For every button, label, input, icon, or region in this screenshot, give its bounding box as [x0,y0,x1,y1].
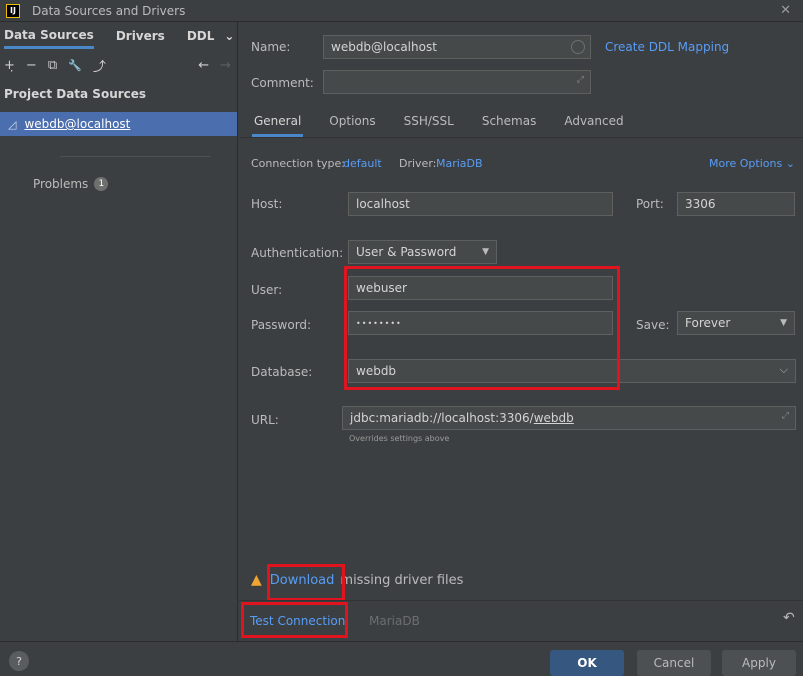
forward-arrow-icon: → [220,57,231,73]
problems-count-badge: 1 [94,177,109,191]
apply-button[interactable]: Apply [722,650,796,676]
title-bar: IJ Data Sources and Drivers ✕ [0,0,803,22]
duplicate-icon[interactable]: ⧉ [48,58,57,73]
comment-label: Comment: [251,76,314,90]
save-label: Save: [636,318,670,332]
remove-icon[interactable]: − [26,58,37,73]
warning-text: missing driver files [340,572,464,588]
name-field[interactable]: webdb@localhost [323,35,591,59]
dialog-footer: ? OK Cancel Apply [0,641,803,676]
url-label: URL: [251,413,279,427]
connection-type-value[interactable]: default [343,157,382,170]
database-label: Database: [251,365,313,379]
highlight-test-connection-box [241,602,348,638]
host-label: Host: [251,197,283,211]
password-label: Password: [251,318,312,332]
expand-icon[interactable]: ⤢ [782,411,789,421]
url-note: Overrides settings above [349,434,450,443]
connection-type-label: Connection type: [251,157,346,170]
host-field[interactable]: localhost [348,192,613,216]
tab-data-sources[interactable]: Data Sources [4,28,94,49]
back-arrow-icon[interactable]: ← [198,58,209,73]
tab-general[interactable]: General [252,114,304,137]
problems-label: Problems [33,177,89,191]
test-driver-label: MariaDB [369,614,420,628]
port-field[interactable]: 3306 [677,192,795,216]
highlight-credentials-box [344,266,620,390]
dropdown-arrow-icon: ▼ [780,318,787,328]
url-field[interactable]: jdbc:mariadb://localhost:3306/webdb ⤢ [342,406,796,430]
url-prefix: jdbc:mariadb://localhost:3306/ [350,411,534,425]
datasource-icon: ◿ [8,117,17,131]
left-panel: Data Sources Drivers DDL ⌄ +̣ − ⧉ 🔧 ⤴ ← … [0,22,238,641]
left-toolbar: +̣ − ⧉ 🔧 ⤴ ← → [0,54,237,76]
dropdown-arrow-icon: ▼ [482,247,489,257]
color-picker-icon[interactable] [571,40,585,54]
name-value: webdb@localhost [331,40,437,54]
tab-advanced[interactable]: Advanced [562,114,625,134]
project-data-sources-heading: Project Data Sources [4,87,147,101]
driver-value[interactable]: MariaDB [436,157,483,170]
tab-options[interactable]: Options [327,114,377,134]
name-label: Name: [251,40,291,54]
port-value: 3306 [685,197,716,211]
more-options-link[interactable]: More Options ⌄ [709,157,795,170]
window-title: Data Sources and Drivers [32,3,186,18]
chevron-down-icon[interactable]: ⌵ [780,363,788,377]
wrench-icon[interactable]: 🔧 [68,59,82,72]
port-label: Port: [636,197,664,211]
add-icon[interactable]: +̣ [4,58,15,73]
comment-field[interactable]: ⤢ [323,70,591,94]
tab-ssh-ssl[interactable]: SSH/SSL [402,114,456,134]
warning-icon: ▲ [251,572,262,588]
save-value: Forever [685,316,731,330]
export-icon[interactable]: ⤴ [93,56,106,75]
authentication-value: User & Password [356,245,457,259]
divider [239,600,803,601]
left-tabs: Data Sources Drivers DDL ⌄ [0,22,237,54]
tab-schemas[interactable]: Schemas [480,114,539,134]
problems-item[interactable]: Problems 1 [33,177,109,191]
chevron-down-icon[interactable]: ⌄ [224,29,234,47]
datasource-item-label: webdb@localhost [24,117,131,131]
save-select[interactable]: Forever ▼ [677,311,795,335]
right-panel: Name: webdb@localhost Create DDL Mapping… [239,22,803,641]
settings-tabs: General Options SSH/SSL Schemas Advanced [239,114,803,138]
driver-label: Driver: [399,157,437,170]
create-ddl-mapping-link[interactable]: Create DDL Mapping [605,40,729,54]
ok-button[interactable]: OK [550,650,624,676]
datasource-item-webdb[interactable]: ◿ webdb@localhost [0,112,237,136]
expand-icon[interactable]: ⤢ [577,75,584,85]
highlight-download-box [267,564,345,601]
tab-ddl[interactable]: DDL [187,29,215,47]
cancel-button[interactable]: Cancel [637,650,711,676]
host-value: localhost [356,197,410,211]
divider [60,156,210,157]
url-database: webdb [533,411,574,425]
help-icon[interactable]: ? [9,651,29,671]
authentication-label: Authentication: [251,246,344,260]
revert-icon[interactable]: ↶ [783,610,795,626]
authentication-select[interactable]: User & Password ▼ [348,240,497,264]
close-icon[interactable]: ✕ [780,3,791,18]
user-label: User: [251,283,283,297]
tab-drivers[interactable]: Drivers [116,29,165,47]
intellij-app-icon: IJ [6,3,20,18]
